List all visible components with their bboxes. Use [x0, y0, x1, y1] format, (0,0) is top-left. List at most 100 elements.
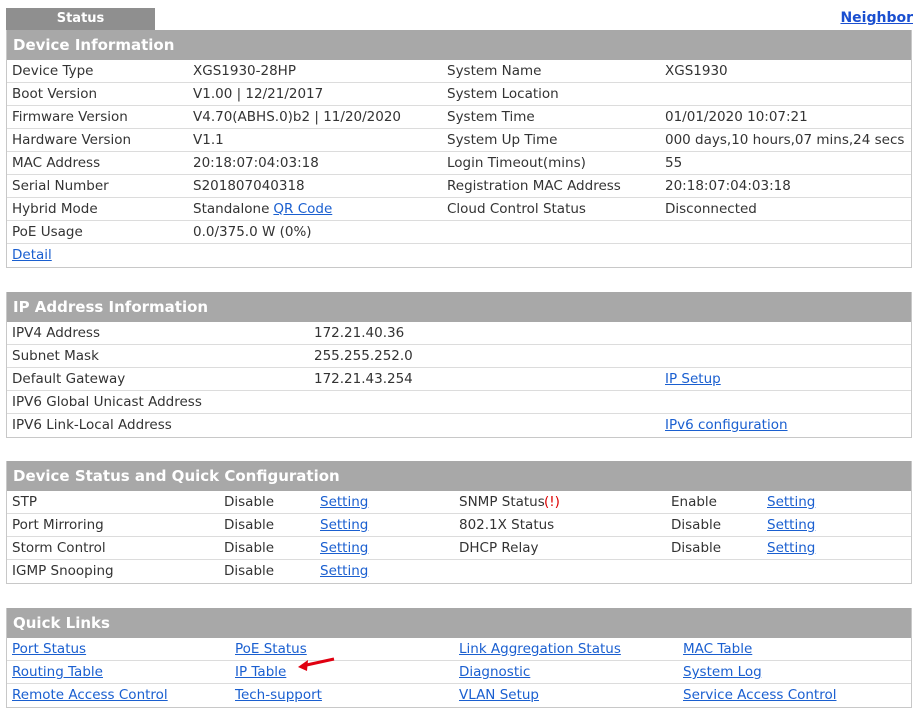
quick-link[interactable]: Link Aggregation Status — [459, 638, 621, 660]
table-row: Routing Table IP Table Diagnostic System Lo… — [7, 661, 911, 684]
field-label: System Up Time — [447, 132, 558, 148]
quick-link[interactable]: Diagnostic — [459, 661, 530, 683]
snmp-warning-icon: (!) — [544, 494, 560, 510]
setting-link[interactable]: Setting — [320, 537, 368, 559]
table-row: Hybrid Mode Standalone QR Code Cloud Contro… — [7, 198, 911, 221]
field-value: V1.00 | 12/21/2017 — [193, 86, 324, 102]
field-value: 20:18:07:04:03:18 — [193, 155, 319, 171]
table-row: STP Disable Setting SNMP Status Enable Settin… — [7, 491, 911, 514]
quick-link[interactable]: Port Status — [12, 638, 86, 660]
tab-status[interactable]: Status — [6, 8, 155, 30]
field-label: System Location — [447, 86, 559, 102]
feature-label: 802.1X Status — [459, 517, 555, 533]
field-value: S201807040318 — [193, 178, 305, 194]
quick-link[interactable]: System Log — [683, 661, 762, 683]
config-link[interactable]: IP Setup — [665, 368, 721, 390]
field-label: PoE Usage — [12, 224, 83, 240]
field-value: V4.70(ABHS.0)b2 | 11/20/2020 — [193, 109, 402, 125]
field-label: System Time — [447, 109, 535, 125]
quick-configuration-section: Device Status and Quick Configuration ST… — [6, 461, 912, 584]
table-row: Boot Version V1.00 | 12/21/2017 System Loc… — [7, 83, 911, 106]
setting-link[interactable]: Setting — [767, 537, 815, 559]
setting-link[interactable]: Setting — [767, 514, 815, 536]
feature-label: DHCP Relay — [459, 540, 539, 556]
feature-label: SNMP Status — [459, 494, 545, 510]
detail-link[interactable]: Detail — [12, 244, 52, 266]
quick-link[interactable]: Routing Table — [12, 661, 103, 683]
table-row: IPV6 Global Unicast Address — [7, 391, 911, 414]
section-header: IP Address Information — [7, 292, 911, 322]
quick-link[interactable]: Remote Access Control — [12, 684, 168, 706]
table-row: MAC Address 20:18:07:04:03:18 Login Timeou… — [7, 152, 911, 175]
feature-label: IGMP Snooping — [12, 563, 114, 579]
field-label: Hardware Version — [12, 132, 132, 148]
field-value: 000 days,10 hours,07 mins,24 secs — [665, 132, 905, 148]
field-value: Disconnected — [665, 201, 757, 217]
field-value: XGS1930-28HP — [193, 63, 296, 79]
table-row: Subnet Mask 255.255.252.0 — [7, 345, 911, 368]
field-label: Serial Number — [12, 178, 109, 194]
field-value: 172.21.43.254 — [314, 371, 413, 387]
field-label: Cloud Control Status — [447, 201, 586, 217]
field-value: Standalone — [193, 201, 270, 217]
field-label: Boot Version — [12, 86, 98, 102]
red-arrow-annotation-icon — [298, 657, 335, 671]
table-row: IPV6 Link-Local Address IPv6 configuratio… — [7, 414, 911, 437]
field-label: Registration MAC Address — [447, 178, 621, 194]
field-label: Subnet Mask — [12, 348, 99, 364]
table-row: Hardware Version V1.1 System Up Time 000 da… — [7, 129, 911, 152]
config-link[interactable]: IPv6 configuration — [665, 414, 788, 436]
table-row: Storm Control Disable Setting DHCP Relay Dis… — [7, 537, 911, 560]
device-information-section: Device Information Device Type XGS1930-28… — [6, 30, 912, 268]
table-row: IGMP Snooping Disable Setting — [7, 560, 911, 583]
setting-link[interactable]: Setting — [767, 491, 815, 513]
setting-link[interactable]: Setting — [320, 491, 368, 513]
quick-links-section: Quick Links Port Status PoE Status Link Ag… — [6, 608, 912, 708]
table-row: Device Type XGS1930-28HP System Name XGS193… — [7, 60, 911, 83]
field-label: IPV6 Global Unicast Address — [12, 394, 202, 410]
field-label: Device Type — [12, 63, 94, 79]
quick-link[interactable]: Tech-support — [235, 684, 322, 706]
setting-link[interactable]: Setting — [320, 560, 368, 582]
section-header: Quick Links — [7, 608, 911, 638]
table-row: Port Status PoE Status Link Aggregation St… — [7, 638, 911, 661]
field-value: XGS1930 — [665, 63, 728, 79]
field-label: Firmware Version — [12, 109, 128, 125]
field-label: Login Timeout(mins) — [447, 155, 586, 171]
table-row: Remote Access Control Tech-support VLAN Se… — [7, 684, 911, 707]
feature-label: STP — [12, 494, 37, 510]
feature-status: Disable — [224, 494, 275, 510]
field-value: 0.0/375.0 W (0%) — [193, 224, 312, 240]
field-value: 172.21.40.36 — [314, 325, 405, 341]
quick-link[interactable]: VLAN Setup — [459, 684, 539, 706]
section-header: Device Information — [7, 30, 911, 60]
field-value: 55 — [665, 155, 683, 171]
neighbor-link[interactable]: Neighbor — [840, 10, 913, 26]
field-value: 01/01/2020 10:07:21 — [665, 109, 808, 125]
quick-link[interactable]: IP Table — [235, 661, 286, 683]
field-value: 255.255.252.0 — [314, 348, 413, 364]
table-row: PoE Usage 0.0/375.0 W (0%) — [7, 221, 911, 244]
table-row: Default Gateway 172.21.43.254 IP Setup — [7, 368, 911, 391]
feature-status: Disable — [671, 540, 722, 556]
setting-link[interactable]: Setting — [320, 514, 368, 536]
feature-status: Disable — [224, 563, 275, 579]
qr-code-link[interactable]: QR Code — [273, 201, 332, 217]
feature-label: Port Mirroring — [12, 517, 104, 533]
ip-address-section: IP Address Information IPV4 Address 172.2… — [6, 292, 912, 438]
field-label: IPV6 Link-Local Address — [12, 417, 172, 433]
feature-status: Disable — [671, 517, 722, 533]
table-row: Port Mirroring Disable Setting 802.1X Statu… — [7, 514, 911, 537]
field-value: V1.1 — [193, 132, 224, 148]
table-row: IPV4 Address 172.21.40.36 — [7, 322, 911, 345]
quick-link[interactable]: Service Access Control — [683, 684, 837, 706]
quick-link[interactable]: MAC Table — [683, 638, 752, 660]
feature-status: Disable — [224, 540, 275, 556]
feature-status: Disable — [224, 517, 275, 533]
section-header: Device Status and Quick Configuration — [7, 461, 911, 491]
field-value: 20:18:07:04:03:18 — [665, 178, 791, 194]
field-label: System Name — [447, 63, 542, 79]
table-row: Firmware Version V4.70(ABHS.0)b2 | 11/20/… — [7, 106, 911, 129]
feature-status: Enable — [671, 494, 717, 510]
table-row: Serial Number S201807040318 Registration M… — [7, 175, 911, 198]
